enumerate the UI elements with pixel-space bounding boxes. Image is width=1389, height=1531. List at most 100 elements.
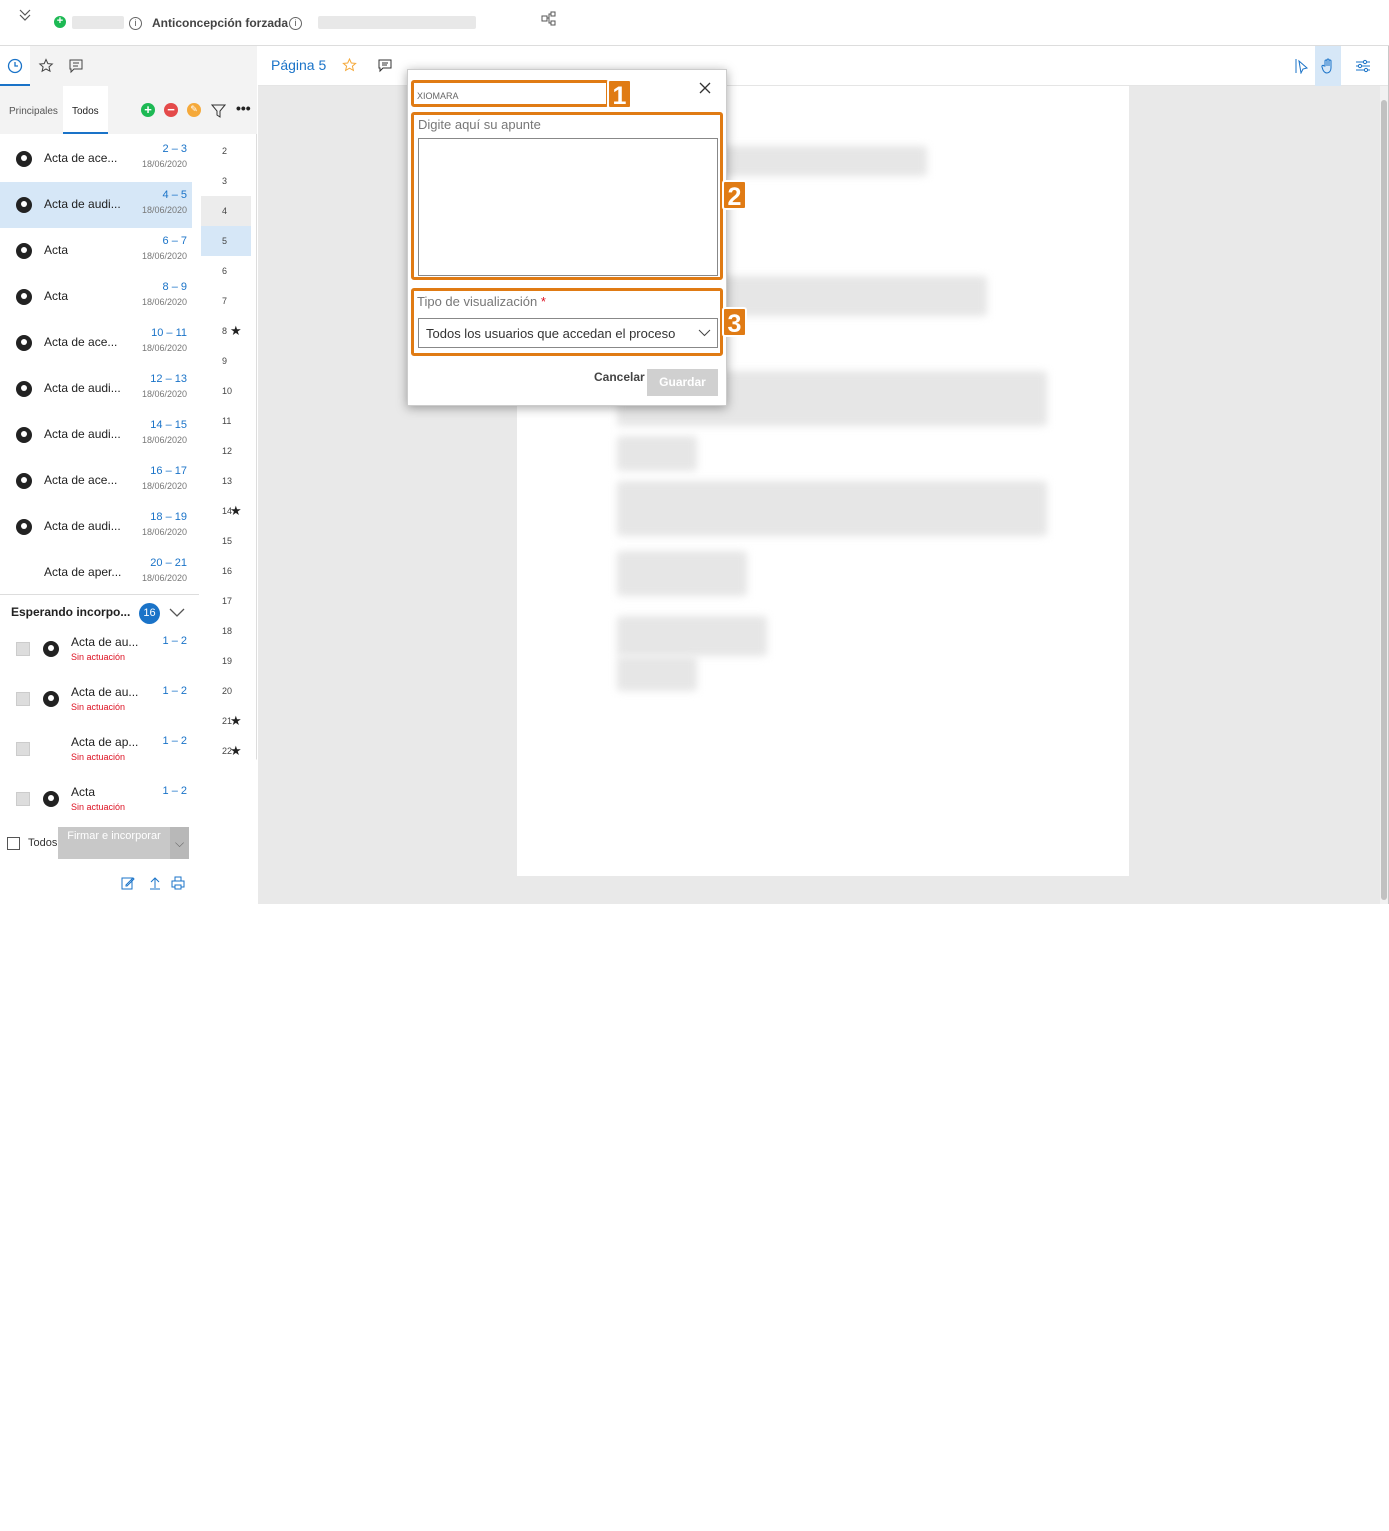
firmar-incorporar-button[interactable]: Firmar e incorporar [58, 827, 170, 859]
page-number[interactable]: 20 [201, 676, 251, 706]
document-row[interactable]: Acta de audi... 4 – 5 18/06/2020 [0, 182, 192, 228]
page-number[interactable]: 2 [201, 136, 251, 166]
page-number[interactable]: 4 [201, 196, 251, 226]
waiting-row[interactable]: Acta de ap... Sin actuación 1 – 2 [0, 730, 655, 1531]
pan-tool-button[interactable] [1315, 46, 1341, 86]
document-row[interactable]: Acta de audi... 18 – 19 18/06/2020 [0, 504, 192, 550]
page-number-text: 16 [222, 566, 233, 576]
callout-number-1: 1 [607, 79, 632, 110]
waiting-row[interactable]: Acta de au... Sin actuación 1 – 2 [0, 630, 199, 680]
page-number[interactable]: 16 [201, 556, 251, 586]
select-all-checkbox[interactable] [7, 837, 20, 850]
favorite-page-icon[interactable] [342, 58, 357, 73]
edit-doc-icon[interactable]: ✎ [187, 103, 201, 117]
collapse-chevron-icon[interactable] [18, 8, 32, 22]
document-pages[interactable]: 10 – 11 [151, 327, 187, 339]
edit-note-icon[interactable] [121, 876, 135, 890]
clock-icon [7, 58, 23, 74]
document-name: Acta [44, 289, 69, 303]
page-number[interactable]: 6 [201, 256, 251, 286]
waiting-row[interactable]: Acta Sin actuación 1 – 2 [0, 780, 199, 830]
page-number[interactable]: 14 ★ [201, 496, 251, 526]
settings-sliders-icon[interactable] [1355, 58, 1371, 74]
waiting-doc-pages[interactable]: 1 – 2 [163, 685, 187, 697]
document-date: 18/06/2020 [141, 251, 187, 261]
page-number[interactable]: 22 ★ [201, 736, 251, 766]
row-checkbox[interactable] [16, 642, 30, 656]
info-icon[interactable]: i [129, 17, 142, 30]
page-number[interactable]: 7 [201, 286, 251, 316]
scrollbar[interactable] [1380, 86, 1388, 904]
cancel-button[interactable]: Cancelar [594, 370, 645, 384]
document-pages[interactable]: 4 – 5 [163, 189, 187, 201]
waiting-doc-pages[interactable]: 1 – 2 [163, 735, 187, 747]
page-number[interactable]: 5 [201, 226, 251, 256]
document-date: 18/06/2020 [141, 481, 187, 491]
add-icon[interactable]: + [54, 16, 66, 28]
favorites-tab[interactable] [31, 46, 61, 86]
document-row[interactable]: Acta 6 – 7 18/06/2020 [0, 228, 192, 274]
document-pages[interactable]: 18 – 19 [150, 511, 187, 523]
tab-todos[interactable]: Todos [63, 86, 108, 134]
page-number[interactable]: 3 [201, 166, 251, 196]
close-icon[interactable] [699, 82, 711, 94]
firmar-dropdown-chevron-icon[interactable]: ⌵ [170, 827, 189, 859]
document-row[interactable]: Acta de ace... 10 – 11 18/06/2020 [0, 320, 192, 366]
row-checkbox[interactable] [16, 742, 30, 756]
info-icon[interactable]: i [289, 17, 302, 30]
document-pages[interactable]: 16 – 17 [150, 465, 187, 477]
page-number[interactable]: 17 [201, 586, 251, 616]
add-doc-icon[interactable]: + [141, 103, 155, 117]
document-pages[interactable]: 2 – 3 [163, 143, 187, 155]
document-pages[interactable]: 14 – 15 [150, 419, 187, 431]
document-row[interactable]: Acta de audi... 12 – 13 18/06/2020 [0, 366, 192, 412]
document-row[interactable]: Acta de ace... 2 – 3 18/06/2020 [0, 136, 192, 182]
waiting-section-header[interactable]: Esperando incorpo... 16 [0, 594, 199, 630]
recent-tab[interactable] [0, 46, 30, 86]
scrollbar-thumb[interactable] [1381, 100, 1387, 900]
page-number[interactable]: 13 [201, 466, 251, 496]
row-checkbox[interactable] [16, 692, 30, 706]
chevron-down-icon[interactable] [168, 606, 186, 620]
waiting-doc-pages[interactable]: 1 – 2 [163, 635, 187, 647]
page-number[interactable]: 11 [201, 406, 251, 436]
document-pages[interactable]: 6 – 7 [163, 235, 187, 247]
print-icon[interactable] [171, 876, 185, 890]
document-pages[interactable]: 12 – 13 [150, 373, 187, 385]
document-row[interactable]: Acta de ace... 16 – 17 18/06/2020 [0, 458, 192, 504]
user-doc-icon [16, 381, 32, 397]
page-number[interactable]: 9 [201, 346, 251, 376]
page-number[interactable]: 15 [201, 526, 251, 556]
filter-icon[interactable] [211, 104, 226, 118]
text-select-icon[interactable] [1294, 58, 1310, 74]
case-title: Anticoncepción forzada [152, 16, 289, 30]
page-number[interactable]: 18 [201, 616, 251, 646]
row-checkbox[interactable] [16, 792, 30, 806]
page-number[interactable]: 10 [201, 376, 251, 406]
document-name: Acta de ace... [44, 473, 118, 487]
document-row[interactable]: Acta de audi... 14 – 15 18/06/2020 [0, 412, 192, 458]
document-pages[interactable]: 20 – 21 [150, 557, 187, 569]
callout-box-3 [411, 288, 723, 356]
page-number[interactable]: 19 [201, 646, 251, 676]
more-icon[interactable]: ••• [236, 100, 251, 116]
upload-icon[interactable] [148, 876, 162, 890]
add-comment-icon[interactable] [378, 59, 392, 73]
page-number[interactable]: 12 [201, 436, 251, 466]
remove-doc-icon[interactable]: − [164, 103, 178, 117]
save-button[interactable]: Guardar [647, 369, 718, 396]
page-number-text: 4 [222, 206, 228, 216]
tab-principales[interactable]: Principales [0, 86, 67, 134]
hierarchy-icon[interactable] [541, 11, 557, 27]
waiting-doc-name: Acta de au... [71, 635, 139, 649]
waiting-doc-pages[interactable]: 1 – 2 [163, 785, 187, 797]
document-row[interactable]: Acta 8 – 9 18/06/2020 [0, 274, 192, 320]
document-pages[interactable]: 8 – 9 [163, 281, 187, 293]
comments-tab[interactable] [61, 46, 91, 86]
callout-box-2 [411, 112, 723, 280]
page-number[interactable]: 21 ★ [201, 706, 251, 736]
waiting-row[interactable]: Acta de au... Sin actuación 1 – 2 [0, 680, 199, 730]
page-number[interactable]: 8 ★ [201, 316, 251, 346]
star-icon: ★ [230, 323, 242, 338]
document-row[interactable]: Acta de aper... 20 – 21 18/06/2020 [0, 550, 871, 1340]
